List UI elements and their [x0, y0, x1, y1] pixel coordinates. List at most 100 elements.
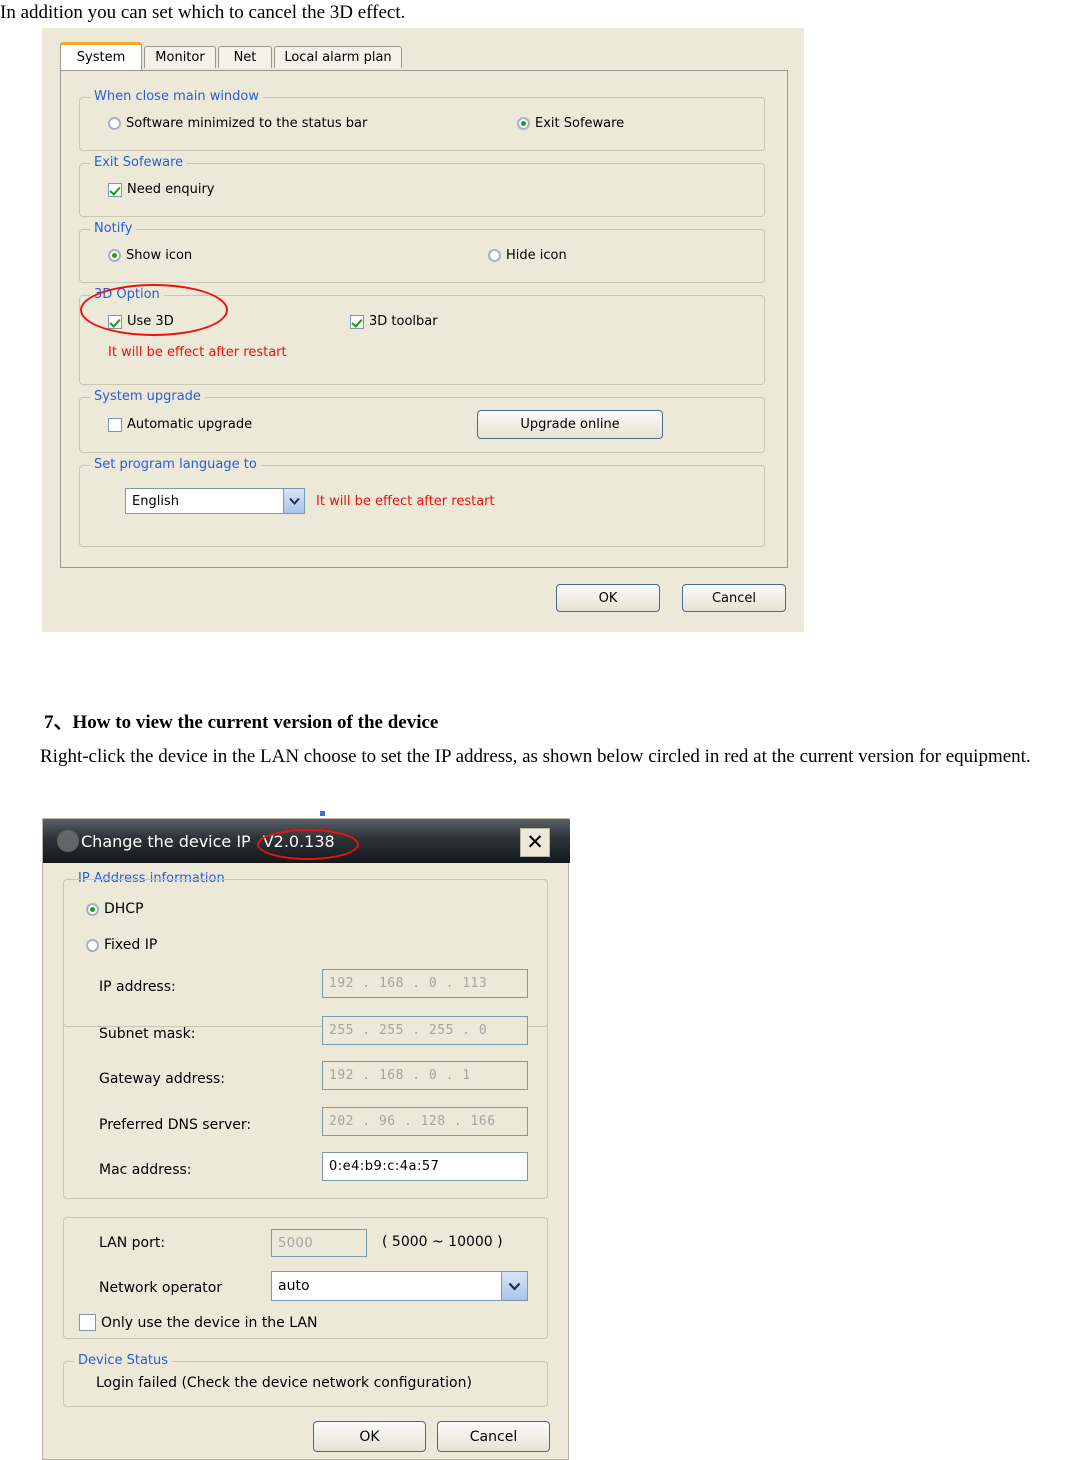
ip-address-field[interactable]: 192 . 168 . 0 . 113 [322, 969, 528, 998]
gateway-address-value: 192 . 168 . 0 . 1 [329, 1068, 471, 1083]
radio-show-icon[interactable]: Show icon [108, 248, 192, 263]
tab-local-alarm-plan[interactable]: Local alarm plan [274, 46, 402, 68]
intro-text: In addition you can set which to cancel … [0, 2, 406, 23]
section-7-block: 7、How to view the current version of the… [0, 710, 1089, 770]
device-version: V2.0.138 [262, 831, 335, 851]
lan-port-field[interactable]: 5000 [271, 1229, 367, 1257]
checkbox-only-use-in-lan-label: Only use the device in the LAN [101, 1314, 318, 1331]
group-system-upgrade-title: System upgrade [90, 389, 205, 404]
radio-dhcp-icon [86, 902, 99, 916]
label-ip-address: IP address: [99, 979, 176, 995]
label-subnet-mask: Subnet mask: [99, 1026, 196, 1042]
tab-monitor[interactable]: Monitor [144, 46, 216, 68]
chevron-down-icon[interactable] [501, 1272, 527, 1300]
checkbox-need-enquiry[interactable]: Need enquiry [108, 182, 214, 197]
note-language-restart: It will be effect after restart [316, 494, 495, 509]
group-3d-option-title: 3D Option [90, 287, 164, 302]
radio-hide-icon[interactable]: Hide icon [488, 248, 567, 263]
radio-exit-software-label: Exit Sofeware [535, 116, 625, 131]
intro-paragraph: In addition you can set which to cancel … [0, 0, 1089, 26]
preferred-dns-value: 202 . 96 . 128 . 166 [329, 1114, 496, 1129]
group-3d-option: 3D Option Use 3D 3D toolbar It will be e… [79, 287, 765, 385]
group-device-status-title: Device Status [74, 1353, 173, 1368]
device-status-message: Login failed (Check the device network c… [96, 1375, 472, 1391]
settings-ok-button[interactable]: OK [556, 584, 660, 612]
checkbox-need-enquiry-icon [108, 182, 122, 197]
radio-dhcp[interactable]: DHCP [86, 901, 144, 917]
label-gateway-address: Gateway address: [99, 1071, 226, 1087]
subnet-mask-field[interactable]: 255 . 255 . 255 . 0 [322, 1016, 528, 1045]
checkbox-use-3d[interactable]: Use 3D [108, 314, 174, 329]
radio-show-icon-label: Show icon [126, 248, 193, 263]
label-lan-port: LAN port: [99, 1235, 166, 1251]
device-ip-ok-button[interactable]: OK [313, 1421, 426, 1452]
checkbox-automatic-upgrade-icon [108, 417, 122, 432]
settings-tab-panel: When close main window Software minimize… [60, 70, 788, 568]
dialog-title: Change the device IP [81, 831, 251, 851]
checkbox-3d-toolbar-icon [350, 314, 364, 329]
checkbox-3d-toolbar-label: 3D toolbar [369, 314, 438, 329]
radio-minimize-to-status-bar[interactable]: Software minimized to the status bar [108, 116, 367, 131]
checkbox-only-use-in-lan[interactable]: Only use the device in the LAN [79, 1314, 317, 1331]
group-set-language: Set program language to English It will … [79, 457, 765, 547]
chevron-down-icon[interactable] [283, 489, 304, 513]
radio-minimize-label: Software minimized to the status bar [126, 116, 368, 131]
group-when-close-main-window: When close main window Software minimize… [79, 89, 765, 151]
network-operator-select[interactable]: auto [271, 1271, 528, 1301]
tab-net-label: Net [233, 50, 257, 65]
label-network-operator: Network operator [99, 1280, 223, 1296]
tab-monitor-label: Monitor [155, 50, 205, 65]
ip-address-value: 192 . 168 . 0 . 113 [329, 976, 488, 991]
upgrade-online-button-label: Upgrade online [520, 417, 620, 432]
label-preferred-dns: Preferred DNS server: [99, 1117, 252, 1133]
group-exit-software-title: Exit Sofeware [90, 155, 188, 170]
upgrade-online-button[interactable]: Upgrade online [477, 410, 663, 439]
close-icon-glyph: ✕ [526, 830, 544, 854]
section-7-paragraph: Right-click the device in the LAN choose… [0, 744, 1089, 770]
lan-port-value: 5000 [278, 1235, 314, 1251]
close-icon[interactable]: ✕ [520, 828, 550, 857]
gateway-address-field[interactable]: 192 . 168 . 0 . 1 [322, 1061, 528, 1090]
checkbox-use-3d-icon [108, 314, 122, 329]
device-ip-cancel-label: Cancel [469, 1428, 518, 1445]
tab-net[interactable]: Net [218, 46, 272, 68]
radio-hide-icon-glyph [488, 249, 501, 262]
settings-cancel-label: Cancel [711, 590, 757, 606]
checkbox-only-use-in-lan-icon [79, 1314, 96, 1331]
mac-address-field[interactable]: 0:e4:b9:c:4a:57 [322, 1152, 528, 1181]
radio-fixed-ip[interactable]: Fixed IP [86, 937, 157, 953]
app-icon [57, 830, 79, 852]
radio-fixed-ip-icon [86, 938, 99, 952]
device-ip-cancel-button[interactable]: Cancel [437, 1421, 550, 1452]
group-notify-title: Notify [90, 221, 137, 236]
network-operator-value: auto [278, 1278, 310, 1294]
radio-exit-software-icon [517, 117, 530, 130]
group-exit-software: Exit Sofeware Need enquiry [79, 155, 765, 217]
radio-dhcp-label: DHCP [104, 901, 144, 917]
radio-hide-icon-label: Hide icon [506, 248, 567, 263]
checkbox-3d-toolbar[interactable]: 3D toolbar [350, 314, 438, 329]
group-notify: Notify Show icon Hide icon [79, 221, 765, 283]
dialog-title-bar[interactable]: Change the device IP V2.0.138 [43, 819, 570, 863]
change-device-ip-dialog: Change the device IP V2.0.138 ✕ IP Addre… [42, 811, 570, 1460]
checkbox-automatic-upgrade[interactable]: Automatic upgrade [108, 417, 252, 432]
tab-system-label: System [76, 50, 126, 65]
radio-exit-software[interactable]: Exit Sofeware [517, 116, 624, 131]
radio-show-icon-glyph [108, 249, 121, 262]
settings-cancel-button[interactable]: Cancel [682, 584, 786, 612]
language-select-value: English [132, 493, 179, 509]
language-select[interactable]: English [125, 488, 305, 514]
section-7-paragraph-text: Right-click the device in the LAN choose… [40, 746, 1031, 767]
label-mac-address: Mac address: [99, 1162, 192, 1178]
checkbox-automatic-upgrade-label: Automatic upgrade [127, 417, 253, 432]
checkbox-use-3d-label: Use 3D [127, 314, 174, 329]
preferred-dns-field[interactable]: 202 . 96 . 128 . 166 [322, 1107, 528, 1136]
subnet-mask-value: 255 . 255 . 255 . 0 [329, 1023, 488, 1038]
mac-address-value: 0:e4:b9:c:4a:57 [329, 1159, 440, 1174]
group-ip-title: IP Address information [74, 871, 229, 886]
note-3d-restart: It will be effect after restart [108, 345, 287, 360]
tab-system[interactable]: System [60, 42, 142, 70]
tab-local-alarm-plan-label: Local alarm plan [284, 50, 392, 65]
section-7-heading: 7、How to view the current version of the… [44, 712, 439, 733]
lan-port-range-hint: ( 5000 ~ 10000 ) [382, 1234, 503, 1250]
